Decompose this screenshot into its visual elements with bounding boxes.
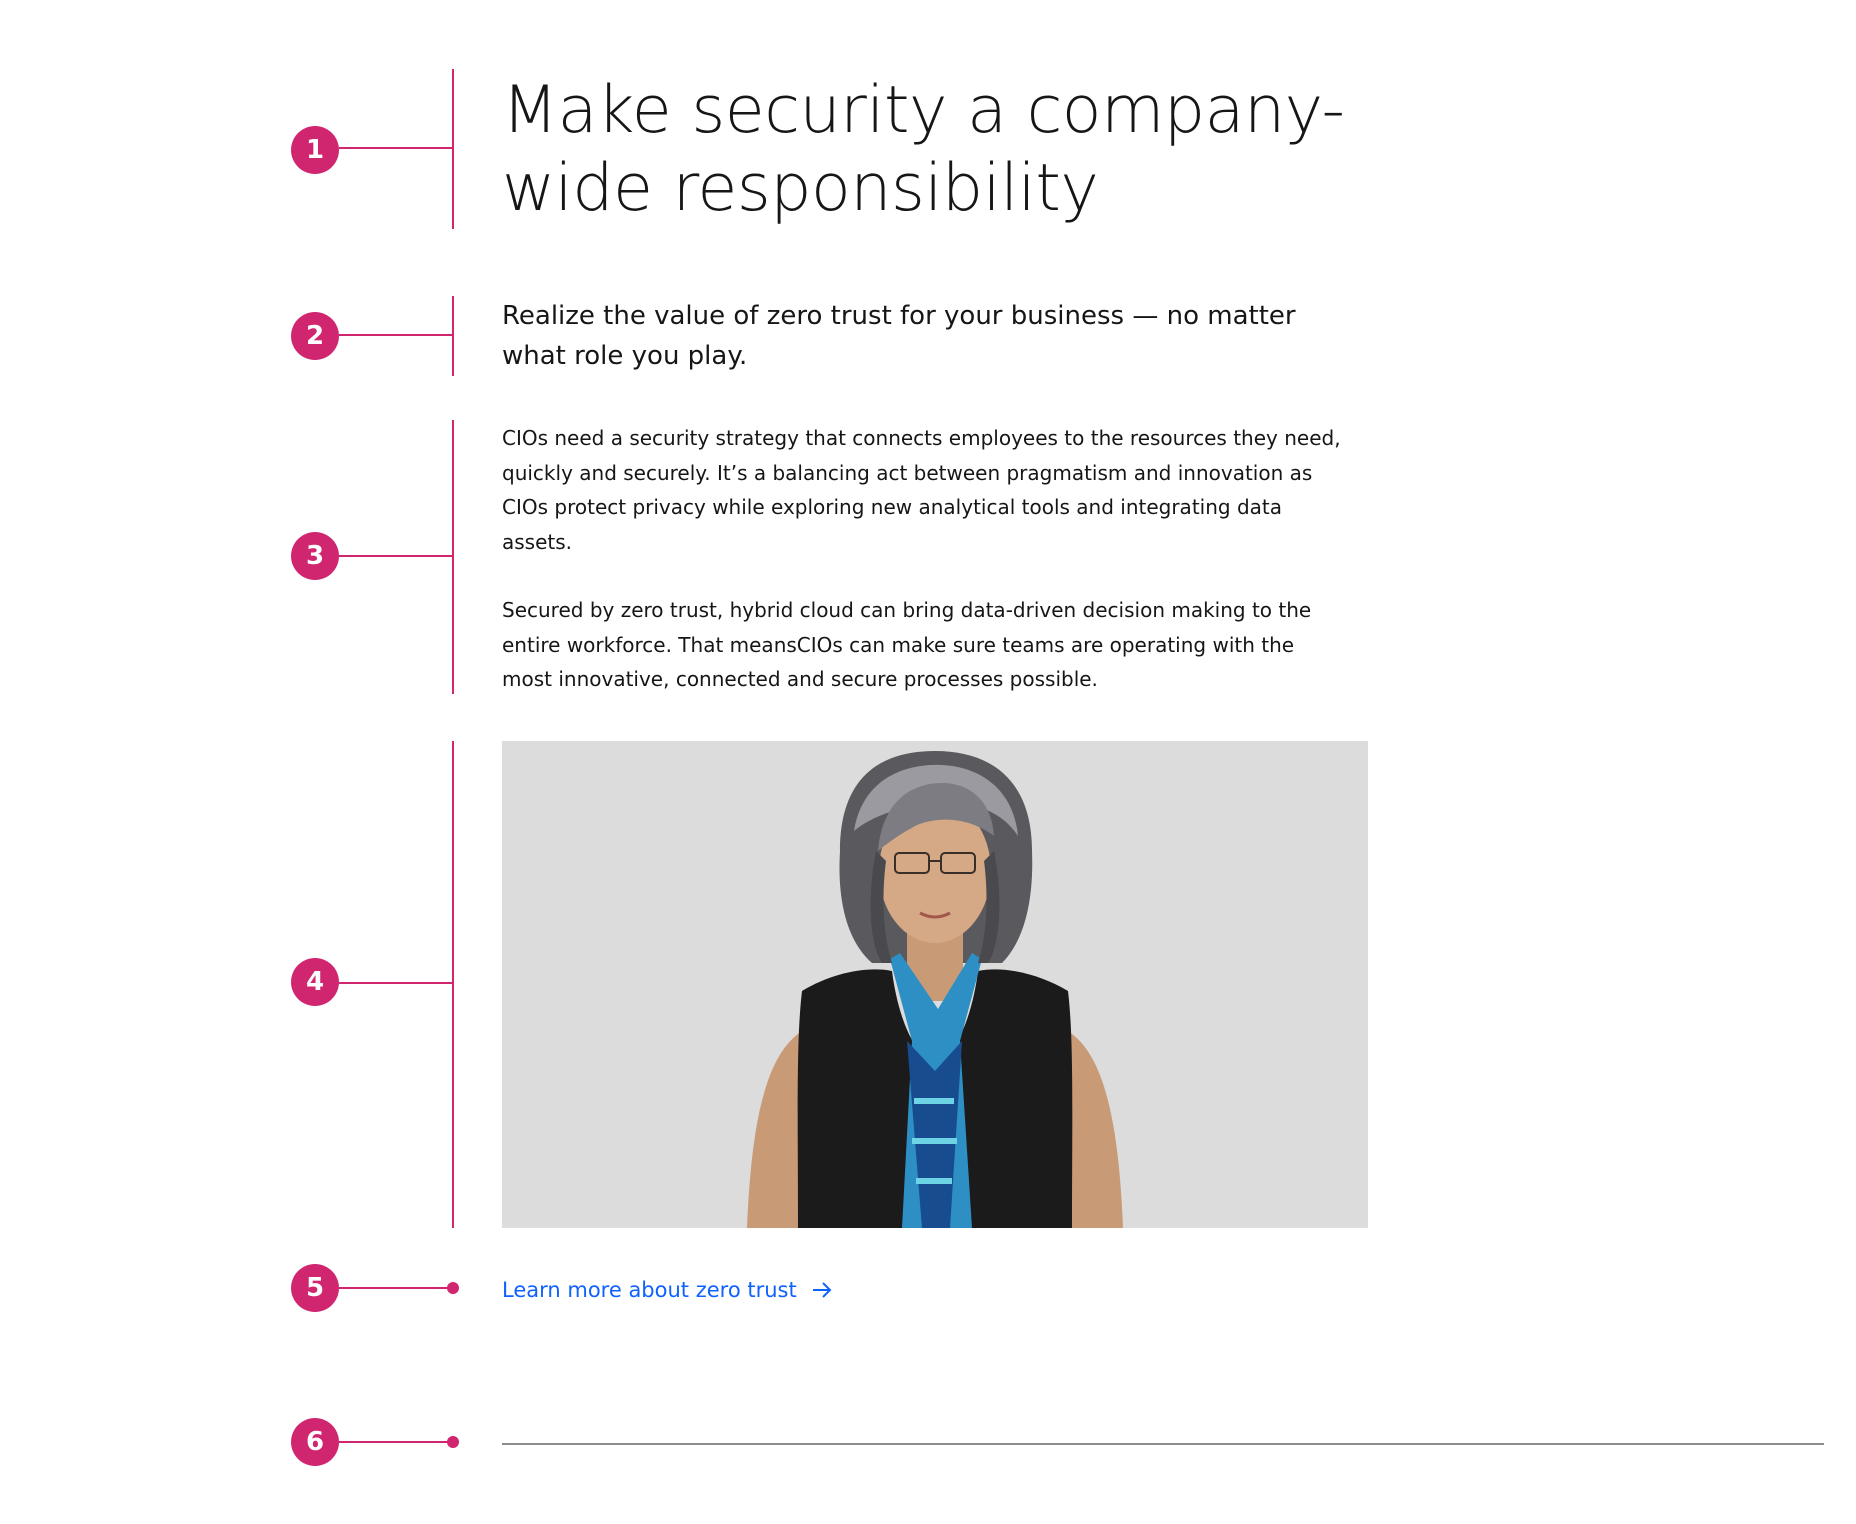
content-divider [502,1443,1824,1445]
annotation-marker-2: 2 [291,312,339,360]
arrow-right-icon [812,1282,832,1298]
annotation-marker-4: 4 [291,958,339,1006]
annotation-connector-5 [339,1287,451,1289]
annotation-bracket-4 [452,741,454,1228]
annotation-bracket-1 [452,69,454,229]
annotation-connector-6 [339,1441,451,1443]
annotation-marker-1: 1 [291,126,339,174]
portrait-photo [502,741,1368,1228]
annotation-bracket-2 [452,296,454,376]
page-heading: Make security a company-wide responsibil… [502,73,1345,226]
annotation-marker-5: 5 [291,1264,339,1312]
subheading: Realize the value of zero trust for your… [502,301,1296,371]
annotation-dot-6 [447,1436,459,1448]
annotation-connector-1 [339,147,452,149]
annotation-connector-2 [339,334,452,336]
annotation-marker-6: 6 [291,1418,339,1466]
annotation-bracket-3 [452,420,454,694]
learn-more-link[interactable]: Learn more about zero trust [502,1275,833,1305]
annotation-dot-5 [447,1282,459,1294]
body-paragraph-2: Secured by zero trust, hybrid cloud can … [502,598,1312,691]
portrait-illustration [502,741,1368,1228]
learn-more-label: Learn more about zero trust [502,1278,797,1302]
annotation-connector-4 [339,982,452,984]
annotation-marker-3: 3 [291,532,339,580]
annotation-connector-3 [339,555,452,557]
body-paragraph-1: CIOs need a security strategy that conne… [502,426,1341,554]
